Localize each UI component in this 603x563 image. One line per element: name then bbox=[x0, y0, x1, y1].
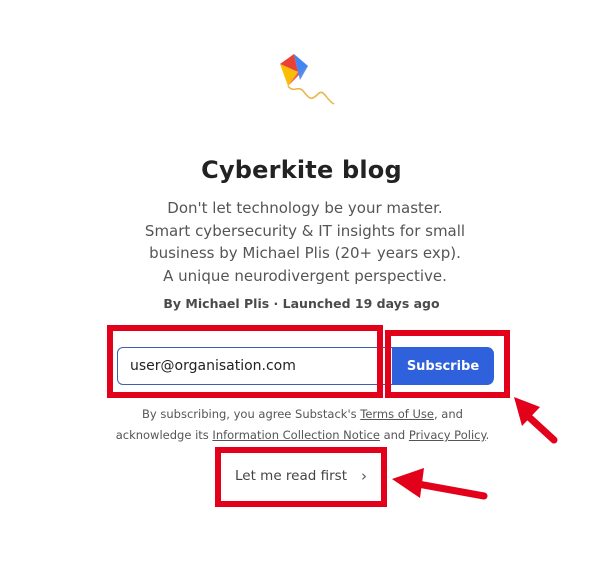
legal-line-2: acknowledge its Information Collection N… bbox=[80, 425, 525, 446]
chevron-right-icon: › bbox=[361, 467, 367, 485]
kite-logo-icon bbox=[280, 54, 335, 105]
legal-and: and bbox=[383, 428, 406, 442]
legal-suffix: . bbox=[485, 428, 490, 442]
legal-acknowledge: acknowledge its bbox=[115, 428, 209, 442]
description-line: business by Michael Plis (20+ years exp)… bbox=[149, 244, 461, 263]
legal-middle: , and bbox=[434, 407, 463, 421]
legal-line-1: By subscribing, you agree Substack's Ter… bbox=[80, 404, 525, 425]
email-field[interactable] bbox=[117, 347, 393, 385]
let-me-read-first-button[interactable]: Let me read first › bbox=[226, 458, 376, 494]
read-first-label: Let me read first bbox=[235, 468, 347, 484]
description-line: A unique neurodivergent perspective. bbox=[163, 266, 447, 285]
legal-prefix: By subscribing, you agree Substack's bbox=[142, 407, 357, 421]
description-line: Smart cybersecurity & IT insights for sm… bbox=[144, 221, 466, 240]
information-collection-notice-link[interactable]: Information Collection Notice bbox=[212, 428, 380, 442]
publication-description: Don't let technology be your master. Sma… bbox=[100, 197, 510, 287]
email-input[interactable] bbox=[130, 348, 380, 384]
privacy-policy-link[interactable]: Privacy Policy bbox=[409, 428, 486, 442]
annotation-arrow-read-first bbox=[392, 468, 488, 500]
description-line: Don't let technology be your master. bbox=[167, 199, 443, 217]
publication-title: Cyberkite blog bbox=[201, 156, 402, 184]
terms-of-use-link[interactable]: Terms of Use bbox=[360, 407, 434, 421]
legal-notice: By subscribing, you agree Substack's Ter… bbox=[80, 404, 525, 446]
publication-byline: By Michael Plis · Launched 19 days ago bbox=[163, 296, 440, 311]
subscribe-button[interactable]: Subscribe bbox=[392, 347, 494, 385]
substack-subscribe-page: Cyberkite blog Don't let technology be y… bbox=[0, 0, 603, 563]
